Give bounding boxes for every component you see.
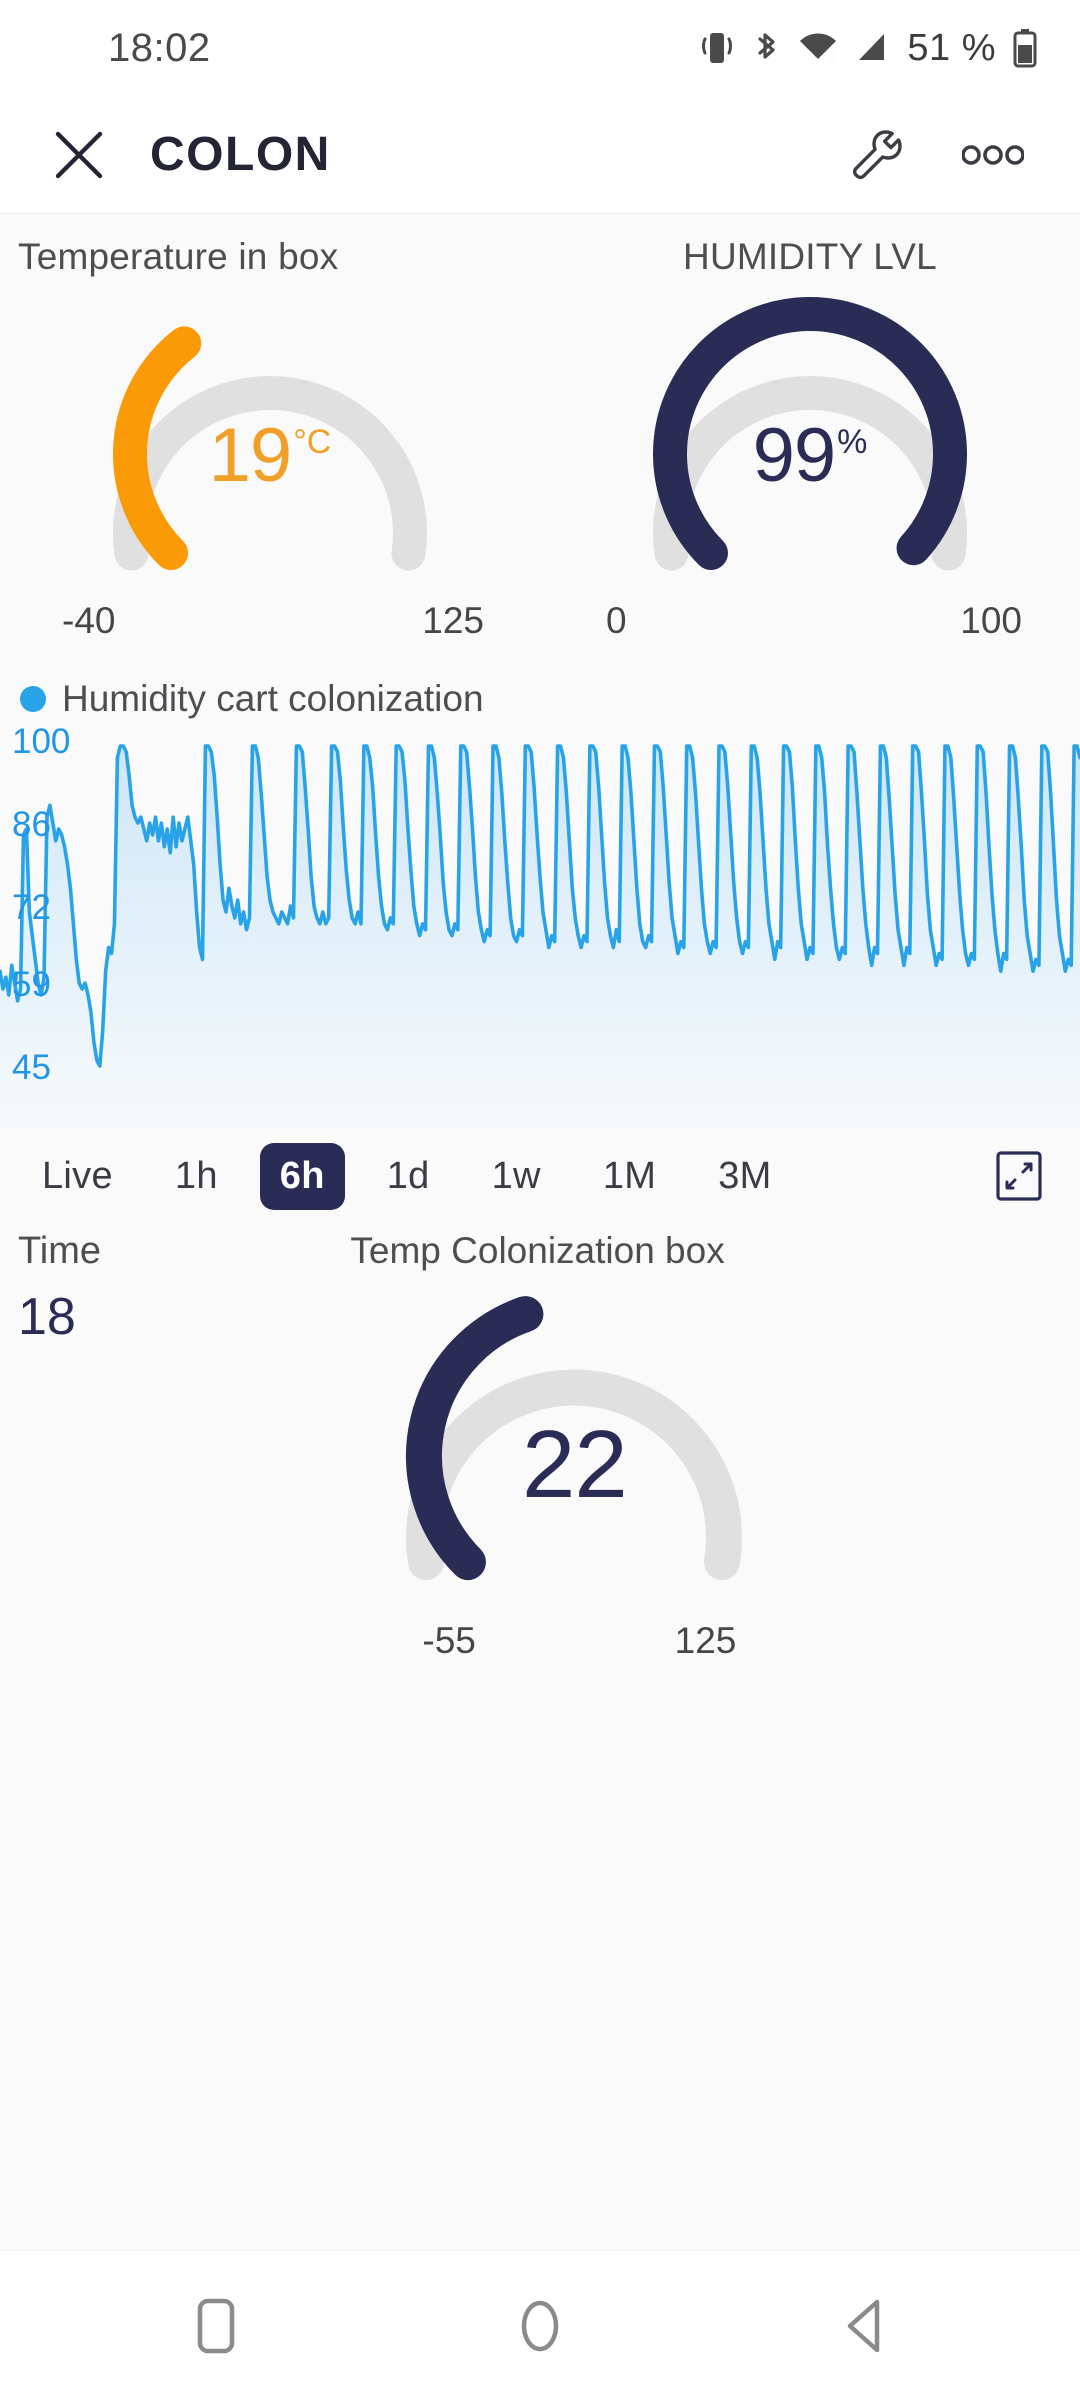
temp-colonization-max-label: 125 [675,1620,737,1662]
temp-colonization-card: Temp Colonization box 22 -55 125 [356,1230,1080,1662]
legend-color-dot [20,686,46,712]
app-bar: COLON [0,96,1080,214]
temp-colonization-min-label: -55 [422,1620,475,1662]
range-tab-1w[interactable]: 1w [472,1143,561,1210]
vibrate-icon [699,28,735,68]
humidity-max-label: 100 [960,600,1022,642]
cellular-signal-icon [855,28,891,68]
range-tab-1d[interactable]: 1d [367,1143,450,1210]
chart-legend: Humidity cart colonization [0,678,1080,720]
time-range-selector: Live 1h 6h 1d 1w 1M 3M [0,1128,1080,1224]
humidity-gauge-range: 0 100 [540,600,1080,642]
temperature-gauge-card: Temperature in box 19°C -40 125 [0,236,540,642]
main-content: Temperature in box 19°C -40 125 [0,214,1080,2250]
temp-colonization-value: 22 [364,1410,784,1520]
battery-percent-label: 51 % [907,27,996,70]
gauge-row: Temperature in box 19°C -40 125 [0,214,1080,642]
range-tab-6h[interactable]: 6h [260,1143,345,1210]
settings-button[interactable] [834,112,920,198]
range-tab-1h[interactable]: 1h [155,1143,238,1210]
back-triangle-icon [837,2293,891,2359]
time-label: Time [18,1230,356,1273]
android-nav-bar [0,2250,1080,2400]
humidity-min-label: 0 [606,600,627,642]
overflow-menu-button[interactable] [950,112,1036,198]
wrench-icon [848,126,906,184]
status-bar: 18:02 51 % [0,0,1080,96]
temperature-gauge-title: Temperature in box [0,236,540,278]
status-bar-clock: 18:02 [108,26,211,71]
temperature-gauge-range: -40 125 [0,600,540,642]
home-button[interactable] [492,2278,588,2374]
chart-area-fill [0,746,1080,1128]
back-button[interactable] [816,2278,912,2374]
battery-icon [1012,27,1038,69]
expand-chart-button[interactable] [988,1145,1050,1207]
bottom-section: Time 18 Temp Colonization box 22 -55 125 [0,1230,1080,1662]
temperature-min-label: -40 [62,600,115,642]
recents-square-icon [189,2293,243,2359]
close-icon [50,126,108,184]
temp-colonization-gauge: 22 [356,1290,1080,1620]
humidity-gauge: 99% [540,294,1080,594]
close-button[interactable] [36,112,122,198]
temp-colonization-range: -55 125 [364,1620,784,1662]
humidity-gauge-card: HUMIDITY LVL 99% 0 100 [540,236,1080,642]
more-options-icon [962,143,1024,167]
time-card: Time 18 [0,1230,356,1662]
range-tab-3m[interactable]: 3M [698,1143,791,1210]
range-tab-live[interactable]: Live [22,1143,133,1210]
time-value: 18 [18,1287,356,1347]
temp-colonization-title: Temp Colonization box [350,1230,1080,1272]
humidity-line-chart[interactable]: 10086725945 [0,738,1080,1128]
chart-legend-label: Humidity cart colonization [62,678,484,720]
range-tab-1m[interactable]: 1M [583,1143,676,1210]
expand-fullscreen-icon [990,1147,1048,1205]
temperature-max-label: 125 [422,600,484,642]
temperature-gauge: 19°C [0,294,540,594]
status-bar-icons: 51 % [699,27,1038,70]
app-screen: 18:02 51 % COLON [0,0,1080,2400]
humidity-gauge-title: HUMIDITY LVL [540,236,1080,278]
wifi-icon [797,28,839,68]
humidity-chart-section: Humidity cart colonization 10086725945 [0,678,1080,1128]
bluetooth-icon [751,28,781,68]
recents-button[interactable] [168,2278,264,2374]
home-circle-icon [513,2293,567,2359]
page-title: COLON [150,127,834,182]
